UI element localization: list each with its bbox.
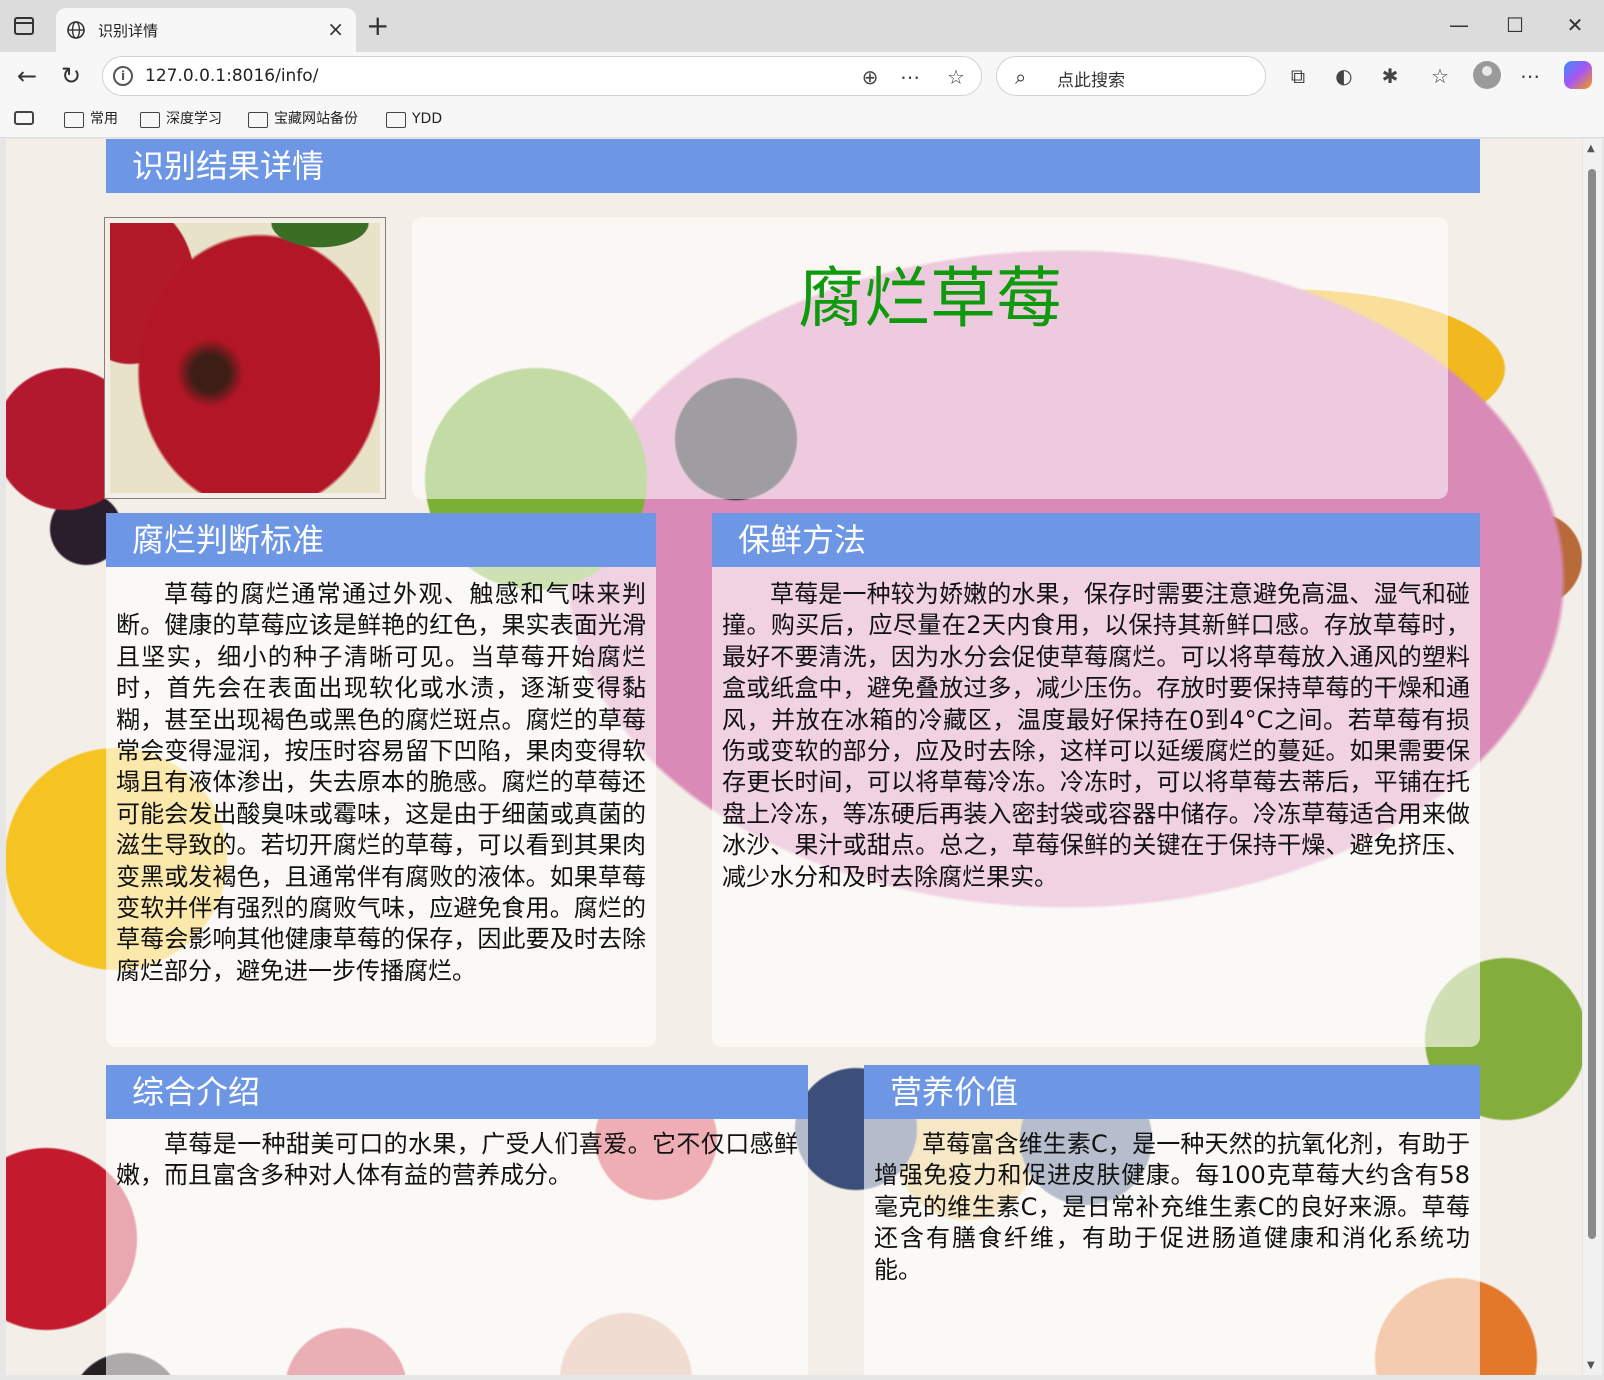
globe-icon <box>67 21 85 39</box>
search-placeholder: 点此搜索 <box>1057 71 1125 91</box>
zoom-icon[interactable]: ⊕ <box>857 64 883 90</box>
collections-icon[interactable] <box>14 111 34 125</box>
bookmark-folder-1[interactable]: 常用 <box>64 109 118 129</box>
refresh-button[interactable]: ↻ <box>56 61 86 91</box>
maximize-button[interactable]: ☐ <box>1500 12 1530 38</box>
new-tab-button[interactable]: + <box>366 12 389 40</box>
tab-title: 识别详情 <box>98 22 159 40</box>
page-viewport: 识别结果详情 腐烂草莓 草莓的腐烂通常通过外观、触感和气味来判断。健康的草莓应该… <box>6 139 1582 1375</box>
translate-icon[interactable]: ⧉ <box>1284 62 1312 90</box>
browser-toolbar: ← ↻ i 127.0.0.1:8016/info/ ⊕ ⋯ ☆ ⌕ 点此搜索 … <box>0 52 1604 100</box>
favorites-icon[interactable]: ☆ <box>1426 62 1454 90</box>
tab-close-icon[interactable]: × <box>327 17 344 41</box>
close-window-button[interactable]: ✕ <box>1560 12 1590 38</box>
sidebar-toggle-icon[interactable] <box>14 17 34 35</box>
site-info-icon[interactable]: i <box>113 66 133 86</box>
nutrition-card: 草莓富含维生素C，是一种天然的抗氧化剂，有助于增强免疫力和促进皮肤健康。每100… <box>864 1117 1480 1375</box>
rot-standard-header: 腐烂判断标准 <box>106 513 656 567</box>
tab-bar: 识别详情 × + — ☐ ✕ <box>0 0 1604 52</box>
more-page-icon[interactable]: ⋯ <box>897 64 923 90</box>
performance-icon[interactable]: ◐ <box>1330 62 1358 90</box>
page-scrollbar[interactable]: ▲ ▼ <box>1583 139 1602 1375</box>
intro-text: 草莓是一种甜美可口的水果，广受人们喜爱。它不仅口感鲜嫩，而且富含多种对人体有益的… <box>116 1130 798 1190</box>
intro-header: 综合介绍 <box>106 1065 808 1119</box>
rot-standard-text: 草莓的腐烂通常通过外观、触感和气味来判断。健康的草莓应该是鲜艳的红色，果实表面光… <box>116 580 646 985</box>
back-button[interactable]: ← <box>12 61 42 91</box>
result-title: 腐烂草莓 <box>798 260 1062 337</box>
favorite-star-icon[interactable]: ☆ <box>943 64 969 90</box>
page-header: 识别结果详情 <box>106 139 1480 193</box>
result-title-box: 腐烂草莓 <box>412 217 1448 499</box>
settings-more-icon[interactable]: ⋯ <box>1516 62 1544 90</box>
copilot-icon[interactable] <box>1564 61 1592 89</box>
storage-method-card: 草莓是一种较为娇嫩的水果，保存时需要注意避免高温、湿气和碰撞。购买后，应尽量在2… <box>712 567 1480 1047</box>
uploaded-image <box>104 217 386 499</box>
rot-standard-card: 草莓的腐烂通常通过外观、触感和气味来判断。健康的草莓应该是鲜艳的红色，果实表面光… <box>106 567 656 1047</box>
storage-method-header: 保鲜方法 <box>712 513 1480 567</box>
storage-method-text: 草莓是一种较为娇嫩的水果，保存时需要注意避免高温、湿气和碰撞。购买后，应尽量在2… <box>722 580 1470 891</box>
bookmark-folder-2[interactable]: 深度学习 <box>140 109 222 129</box>
minimize-button[interactable]: — <box>1444 12 1474 38</box>
scroll-thumb[interactable] <box>1588 169 1596 1239</box>
scroll-down-icon[interactable]: ▼ <box>1587 1360 1595 1371</box>
search-icon: ⌕ <box>1015 65 1027 89</box>
bookmarks-bar: 常用 深度学习 宝藏网站备份 YDD <box>0 100 1604 138</box>
address-url: 127.0.0.1:8016/info/ <box>145 66 319 86</box>
nutrition-header: 营养价值 <box>864 1065 1480 1119</box>
address-bar[interactable]: i 127.0.0.1:8016/info/ ⊕ ⋯ ☆ <box>102 56 982 96</box>
bookmark-folder-3[interactable]: 宝藏网站备份 <box>248 109 358 129</box>
search-box[interactable]: ⌕ 点此搜索 <box>996 56 1266 96</box>
extensions-icon[interactable]: ✱ <box>1376 62 1404 90</box>
browser-tab[interactable]: 识别详情 × <box>56 8 356 52</box>
scroll-up-icon[interactable]: ▲ <box>1587 143 1595 154</box>
bookmark-folder-4[interactable]: YDD <box>386 109 442 129</box>
nutrition-text: 草莓富含维生素C，是一种天然的抗氧化剂，有助于增强免疫力和促进皮肤健康。每100… <box>874 1130 1470 1284</box>
strawberry-photo <box>110 223 380 493</box>
profile-avatar[interactable] <box>1473 61 1501 89</box>
intro-card: 草莓是一种甜美可口的水果，广受人们喜爱。它不仅口感鲜嫩，而且富含多种对人体有益的… <box>106 1117 808 1375</box>
